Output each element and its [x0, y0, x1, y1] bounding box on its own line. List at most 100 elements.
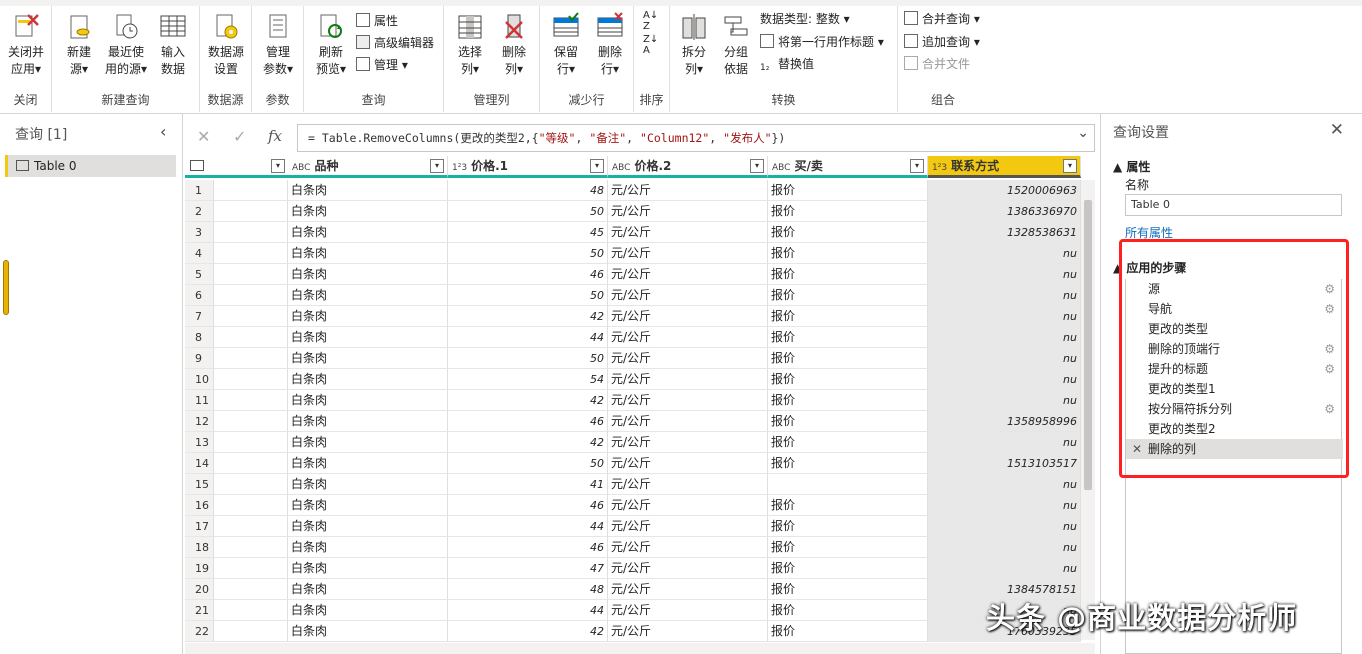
table-cell[interactable]: nu — [928, 390, 1081, 411]
table-cell[interactable]: nu — [928, 306, 1081, 327]
table-cell[interactable]: 1513103517 — [928, 453, 1081, 474]
table-cell[interactable]: 元/公斤 — [608, 516, 768, 537]
column-filter-button[interactable]: ▾ — [430, 159, 444, 173]
table-cell[interactable] — [214, 369, 288, 390]
table-cell[interactable]: 50 — [448, 201, 608, 222]
table-cell[interactable] — [214, 579, 288, 600]
scrollbar-thumb[interactable] — [1084, 200, 1092, 490]
table-cell[interactable]: 报价 — [768, 327, 928, 348]
remove-columns-button[interactable]: 删除 列▾ — [494, 12, 534, 78]
append-queries-button[interactable]: 追加查询 ▾ — [904, 32, 980, 52]
table-cell[interactable] — [214, 306, 288, 327]
table-cell[interactable]: 元/公斤 — [608, 327, 768, 348]
table-cell[interactable]: 白条肉 — [288, 579, 448, 600]
table-cell[interactable]: 1520006963 — [928, 180, 1081, 201]
table-cell[interactable]: 45 — [448, 222, 608, 243]
table-cell[interactable]: nu — [928, 558, 1081, 579]
expand-formula-icon[interactable]: ⌄ — [1077, 125, 1089, 141]
column-header[interactable]: 1²3 价格.1 ▾ — [448, 156, 608, 178]
table-cell[interactable] — [214, 411, 288, 432]
column-header[interactable]: ▾ — [214, 156, 288, 178]
table-cell[interactable] — [768, 474, 928, 495]
properties-button[interactable]: 属性 — [356, 11, 398, 31]
table-cell[interactable] — [214, 495, 288, 516]
table-cell[interactable] — [214, 180, 288, 201]
manage-params-button[interactable]: 管理 参数▾ — [254, 12, 302, 78]
table-cell[interactable]: 元/公斤 — [608, 390, 768, 411]
table-cell[interactable]: 元/公斤 — [608, 348, 768, 369]
column-header[interactable]: ABC 品种 ▾ — [288, 156, 448, 178]
advanced-editor-button[interactable]: 高级编辑器 — [356, 33, 434, 53]
table-cell[interactable]: 46 — [448, 411, 608, 432]
table-cell[interactable]: 白条肉 — [288, 558, 448, 579]
table-cell[interactable]: 白条肉 — [288, 264, 448, 285]
table-cell[interactable]: nu — [928, 327, 1081, 348]
table-cell[interactable] — [214, 327, 288, 348]
table-cell[interactable]: 44 — [448, 516, 608, 537]
column-filter-button[interactable]: ▾ — [590, 159, 604, 173]
refresh-preview-button[interactable]: 刷新 预览▾ — [310, 12, 352, 78]
table-cell[interactable]: 报价 — [768, 558, 928, 579]
table-cell[interactable]: 报价 — [768, 432, 928, 453]
column-type-icon[interactable]: 1²3 — [452, 163, 467, 173]
table-cell[interactable]: 报价 — [768, 201, 928, 222]
column-type-icon[interactable]: ABC — [772, 163, 790, 173]
table-cell[interactable]: 报价 — [768, 516, 928, 537]
table-cell[interactable] — [214, 285, 288, 306]
table-cell[interactable]: 白条肉 — [288, 285, 448, 306]
query-item-table0[interactable]: Table 0 — [5, 155, 176, 177]
table-cell[interactable]: 报价 — [768, 411, 928, 432]
table-cell[interactable] — [214, 222, 288, 243]
table-cell[interactable]: 元/公斤 — [608, 432, 768, 453]
table-cell[interactable] — [214, 432, 288, 453]
table-cell[interactable]: nu — [928, 285, 1081, 306]
table-cell[interactable]: 41 — [448, 474, 608, 495]
table-cell[interactable]: 48 — [448, 579, 608, 600]
column-type-icon[interactable]: ABC — [612, 163, 630, 173]
cancel-icon[interactable]: ✕ — [197, 127, 210, 146]
table-cell[interactable]: 元/公斤 — [608, 369, 768, 390]
datasource-settings-button[interactable]: 数据源 设置 — [202, 12, 250, 78]
table-cell[interactable]: 42 — [448, 621, 608, 642]
table-cell[interactable] — [214, 243, 288, 264]
table-cell[interactable]: 白条肉 — [288, 180, 448, 201]
recent-source-button[interactable]: 最近使 用的源▾ — [102, 12, 150, 78]
table-cell[interactable]: nu — [928, 537, 1081, 558]
table-cell[interactable]: 1386336970 — [928, 201, 1081, 222]
vertical-scrollbar[interactable] — [1081, 180, 1095, 640]
table-cell[interactable]: 47 — [448, 558, 608, 579]
table-cell[interactable]: 白条肉 — [288, 201, 448, 222]
table-cell[interactable]: 48 — [448, 180, 608, 201]
table-cell[interactable]: 元/公斤 — [608, 285, 768, 306]
column-filter-button[interactable]: ▾ — [271, 159, 285, 173]
table-cell[interactable]: nu — [928, 495, 1081, 516]
new-source-button[interactable]: 新建 源▾ — [60, 12, 98, 78]
table-cell[interactable]: 报价 — [768, 222, 928, 243]
table-cell[interactable]: nu — [928, 516, 1081, 537]
table-cell[interactable]: 白条肉 — [288, 537, 448, 558]
column-filter-button[interactable]: ▾ — [750, 159, 764, 173]
group-by-button[interactable]: 分组 依据 — [716, 12, 756, 78]
table-cell[interactable] — [214, 390, 288, 411]
merge-queries-button[interactable]: 合并查询 ▾ — [904, 9, 980, 29]
table-cell[interactable]: 白条肉 — [288, 474, 448, 495]
commit-icon[interactable]: ✓ — [233, 127, 246, 146]
table-cell[interactable]: nu — [928, 474, 1081, 495]
table-cell[interactable]: 白条肉 — [288, 432, 448, 453]
column-filter-button[interactable]: ▾ — [910, 159, 924, 173]
table-cell[interactable]: 报价 — [768, 537, 928, 558]
first-row-header-button[interactable]: 将第一行用作标题 ▾ — [760, 32, 884, 52]
table-cell[interactable]: 50 — [448, 243, 608, 264]
table-cell[interactable] — [214, 264, 288, 285]
table-cell[interactable]: 元/公斤 — [608, 201, 768, 222]
table-cell[interactable]: 元/公斤 — [608, 558, 768, 579]
table-cell[interactable]: 1328538631 — [928, 222, 1081, 243]
choose-columns-button[interactable]: 选择 列▾ — [450, 12, 490, 78]
table-cell[interactable]: 报价 — [768, 285, 928, 306]
table-cell[interactable]: 54 — [448, 369, 608, 390]
table-cell[interactable]: 42 — [448, 390, 608, 411]
collapse-pane-icon[interactable]: ‹ — [160, 122, 166, 141]
close-apply-button[interactable]: 关闭并 应用▾ — [4, 12, 48, 78]
table-menu-icon[interactable] — [185, 156, 214, 178]
table-cell[interactable]: 白条肉 — [288, 390, 448, 411]
